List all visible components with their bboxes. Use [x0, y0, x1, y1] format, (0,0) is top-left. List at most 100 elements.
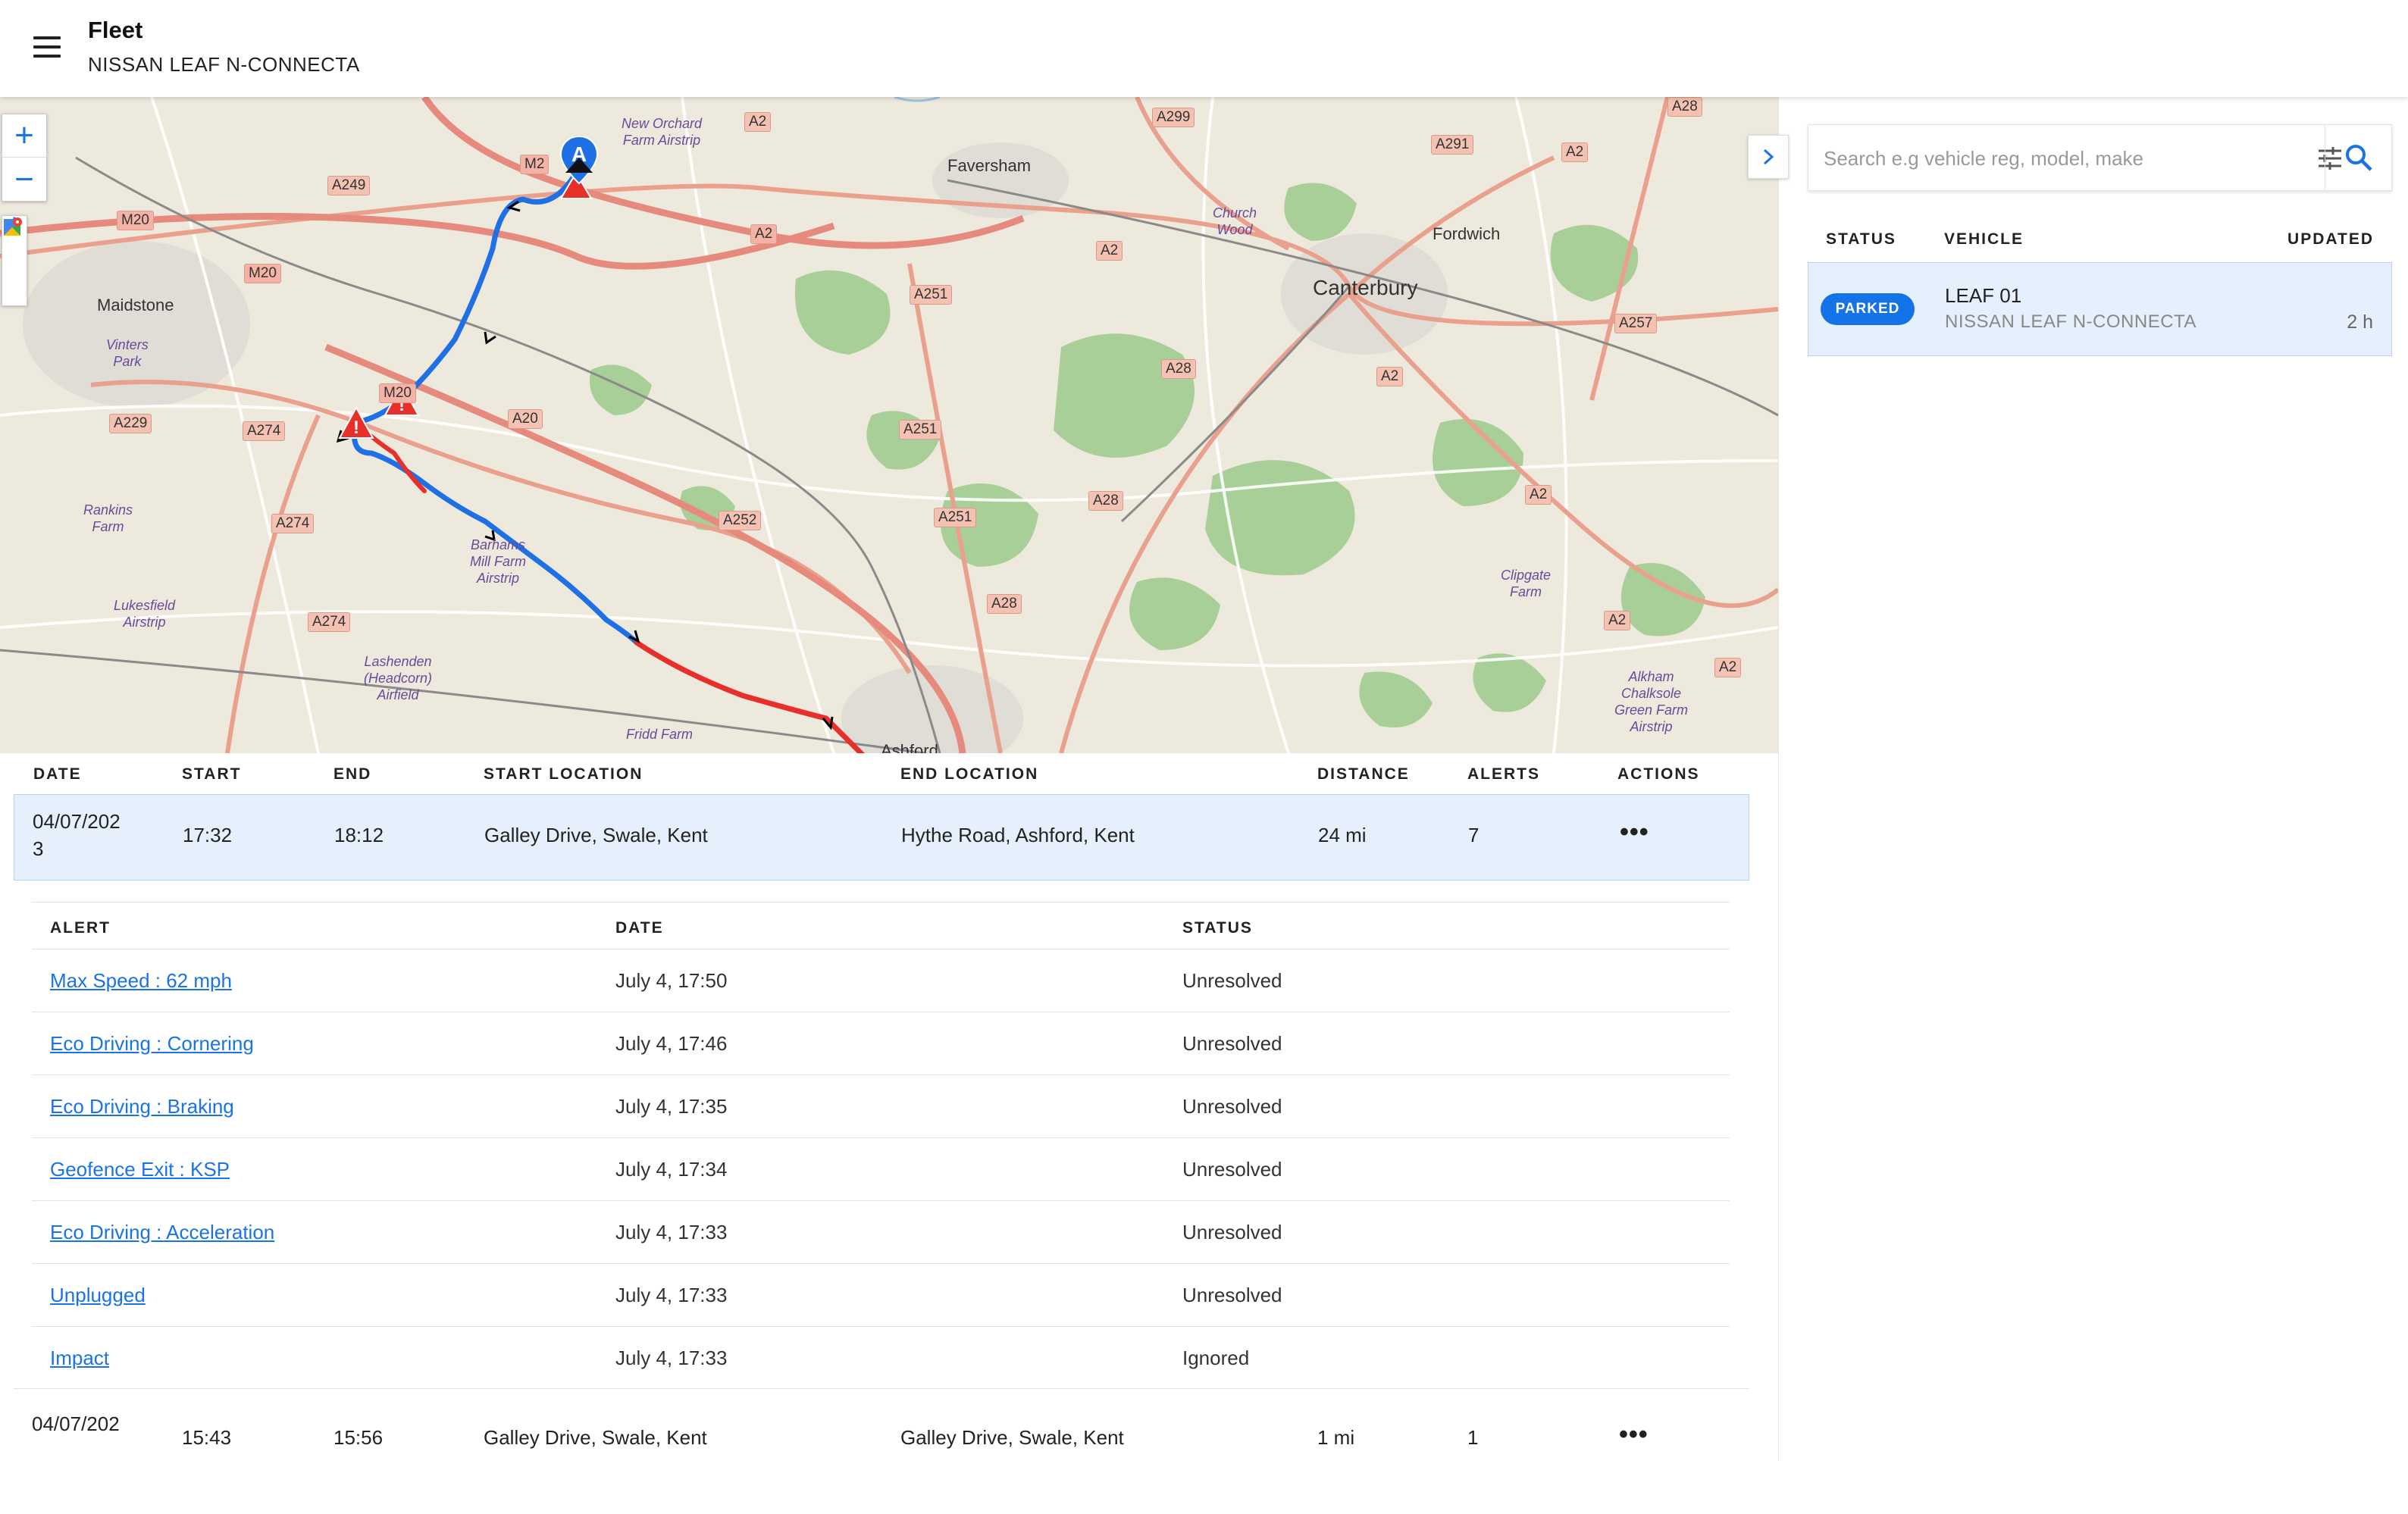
distance-column-header[interactable]: DISTANCE: [1317, 765, 1410, 784]
trip-start-time: 17:32: [183, 824, 233, 846]
alert-column-header[interactable]: ALERT: [50, 919, 111, 937]
search-input[interactable]: [1824, 140, 2248, 177]
road-label: A20: [508, 409, 543, 429]
road-label: A2: [750, 224, 778, 244]
start-marker-icon[interactable]: A: [559, 136, 599, 186]
road-label: A251: [899, 420, 942, 439]
road-label: A2: [1561, 142, 1589, 162]
road-label: A28: [1667, 97, 1702, 117]
vehicle-panel: STATUS VEHICLE UPDATED PARKED LEAF 01 NI…: [1778, 97, 2408, 1461]
alert-row: Eco Driving : Cornering July 4, 17:46 Un…: [32, 1012, 1730, 1075]
trip-date-continued: 3: [33, 837, 44, 860]
road-label: M20: [379, 383, 416, 403]
trip-alert-count: 1: [1467, 1426, 1479, 1449]
map-layer-control: [2, 215, 27, 306]
alert-status: Unresolved: [1182, 1032, 1282, 1055]
alert-link[interactable]: Eco Driving : Cornering: [50, 1032, 254, 1056]
start-column-header[interactable]: START: [182, 765, 241, 784]
alert-link[interactable]: Eco Driving : Braking: [50, 1095, 234, 1118]
search-bar: [1808, 124, 2392, 191]
alert-status: Unresolved: [1182, 1284, 1282, 1306]
place-label: Fordwich: [1433, 224, 1501, 243]
zoom-out-button[interactable]: −: [2, 158, 46, 201]
road-label: A28: [987, 594, 1022, 614]
place-label: Lashenden (Headcorn) Airfield: [364, 654, 433, 702]
zoom-in-button[interactable]: +: [2, 114, 46, 158]
more-actions-icon[interactable]: •••: [1619, 1420, 1649, 1450]
road-label: A251: [934, 508, 977, 527]
vehicle-row[interactable]: PARKED LEAF 01 NISSAN LEAF N-CONNECTA 2 …: [1808, 262, 2392, 356]
alert-status: Ignored: [1182, 1347, 1250, 1369]
place-label: Barhams Mill Farm Airstrip: [470, 537, 526, 586]
alert-row: Geofence Exit : KSP July 4, 17:34 Unreso…: [32, 1138, 1730, 1201]
google-maps-icon[interactable]: [2, 217, 27, 307]
trip-row[interactable]: 04/07/202 3 17:32 18:12 Galley Drive, Sw…: [14, 794, 1749, 881]
alert-row: Eco Driving : Braking July 4, 17:35 Unre…: [32, 1075, 1730, 1138]
trip-end-location: Galley Drive, Swale, Kent: [900, 1426, 1124, 1449]
alert-date: July 4, 17:50: [615, 969, 728, 992]
alert-date: July 4, 17:46: [615, 1032, 728, 1055]
vehicle-model: NISSAN LEAF N-CONNECTA: [1945, 311, 2197, 332]
place-label: Ashford: [881, 741, 938, 753]
road-label: A2: [1096, 241, 1123, 261]
alert-row: Impact July 4, 17:33 Ignored: [32, 1327, 1730, 1390]
start-marker-label: A: [571, 142, 587, 166]
page-subtitle: NISSAN LEAF N-CONNECTA: [88, 53, 360, 76]
road-label: A2: [1604, 611, 1631, 630]
alert-date-column-header[interactable]: DATE: [615, 919, 664, 937]
alert-status: Unresolved: [1182, 1158, 1282, 1181]
trip-start-location: Galley Drive, Swale, Kent: [484, 824, 708, 846]
road-label: A299: [1152, 108, 1195, 127]
trip-date: 04/07/202: [33, 810, 121, 833]
alert-link[interactable]: Eco Driving : Acceleration: [50, 1221, 274, 1244]
collapse-panel-button[interactable]: [1748, 135, 1789, 179]
start-location-column-header[interactable]: START LOCATION: [484, 765, 643, 784]
trip-map[interactable]: ! ! A Faversham Maidstone Canterbury For…: [0, 97, 1778, 753]
date-column-header[interactable]: DATE: [33, 765, 82, 784]
alert-row: Max Speed : 62 mph July 4, 17:50 Unresol…: [32, 949, 1730, 1012]
alert-link[interactable]: Impact: [50, 1347, 109, 1370]
vehicle-column-header[interactable]: VEHICLE: [1944, 230, 2024, 249]
more-actions-icon[interactable]: •••: [1620, 818, 1649, 847]
alert-link[interactable]: Unplugged: [50, 1284, 146, 1307]
alert-status-column-header[interactable]: STATUS: [1182, 919, 1253, 937]
alert-link[interactable]: Geofence Exit : KSP: [50, 1158, 230, 1181]
place-label: Vinters Park: [106, 337, 149, 369]
road-label: A229: [109, 414, 152, 433]
alert-row: Unplugged July 4, 17:33 Unresolved: [32, 1264, 1730, 1327]
search-button[interactable]: [2325, 125, 2391, 190]
alerts-column-header[interactable]: ALERTS: [1467, 765, 1540, 784]
app-header: Fleet NISSAN LEAF N-CONNECTA: [0, 0, 2408, 97]
search-icon: [2345, 145, 2372, 171]
trip-start-location: Galley Drive, Swale, Kent: [484, 1426, 707, 1449]
trip-distance: 24 mi: [1318, 824, 1367, 846]
place-label: New Orchard Farm Airstrip: [622, 116, 703, 148]
road-label: A2: [1525, 485, 1552, 505]
alert-date: July 4, 17:33: [615, 1284, 728, 1306]
trip-end-location: Hythe Road, Ashford, Kent: [901, 824, 1135, 846]
road-label: A2: [1714, 658, 1742, 677]
trips-table: DATE START END START LOCATION END LOCATI…: [0, 753, 1778, 1514]
end-column-header[interactable]: END: [333, 765, 371, 784]
road-label: A274: [308, 612, 351, 632]
page-title: Fleet: [88, 17, 143, 43]
trip-alert-count: 7: [1468, 824, 1480, 846]
alert-link[interactable]: Max Speed : 62 mph: [50, 969, 232, 993]
place-label: Church Wood: [1213, 205, 1257, 237]
vehicle-name: LEAF 01: [1945, 284, 2022, 307]
place-label: Canterbury: [1313, 276, 1418, 299]
hamburger-menu-icon[interactable]: [30, 33, 67, 61]
alert-status: Unresolved: [1182, 1095, 1282, 1118]
road-label: M2: [520, 155, 550, 174]
updated-column-header[interactable]: UPDATED: [2287, 230, 2374, 249]
road-label: M20: [244, 264, 281, 283]
alerts-table-header: ALERT DATE STATUS: [32, 902, 1730, 949]
place-label: Faversham: [947, 156, 1032, 175]
table-bottom-mask: [0, 1461, 1778, 1514]
place-label: Lukesfield Airstrip: [114, 598, 176, 630]
place-label: Clipgate Farm: [1501, 568, 1552, 599]
end-location-column-header[interactable]: END LOCATION: [900, 765, 1038, 784]
place-label: Fridd Farm: [626, 727, 694, 742]
status-column-header[interactable]: STATUS: [1826, 230, 1896, 249]
vehicle-table-header: STATUS VEHICLE UPDATED: [1808, 223, 2392, 253]
